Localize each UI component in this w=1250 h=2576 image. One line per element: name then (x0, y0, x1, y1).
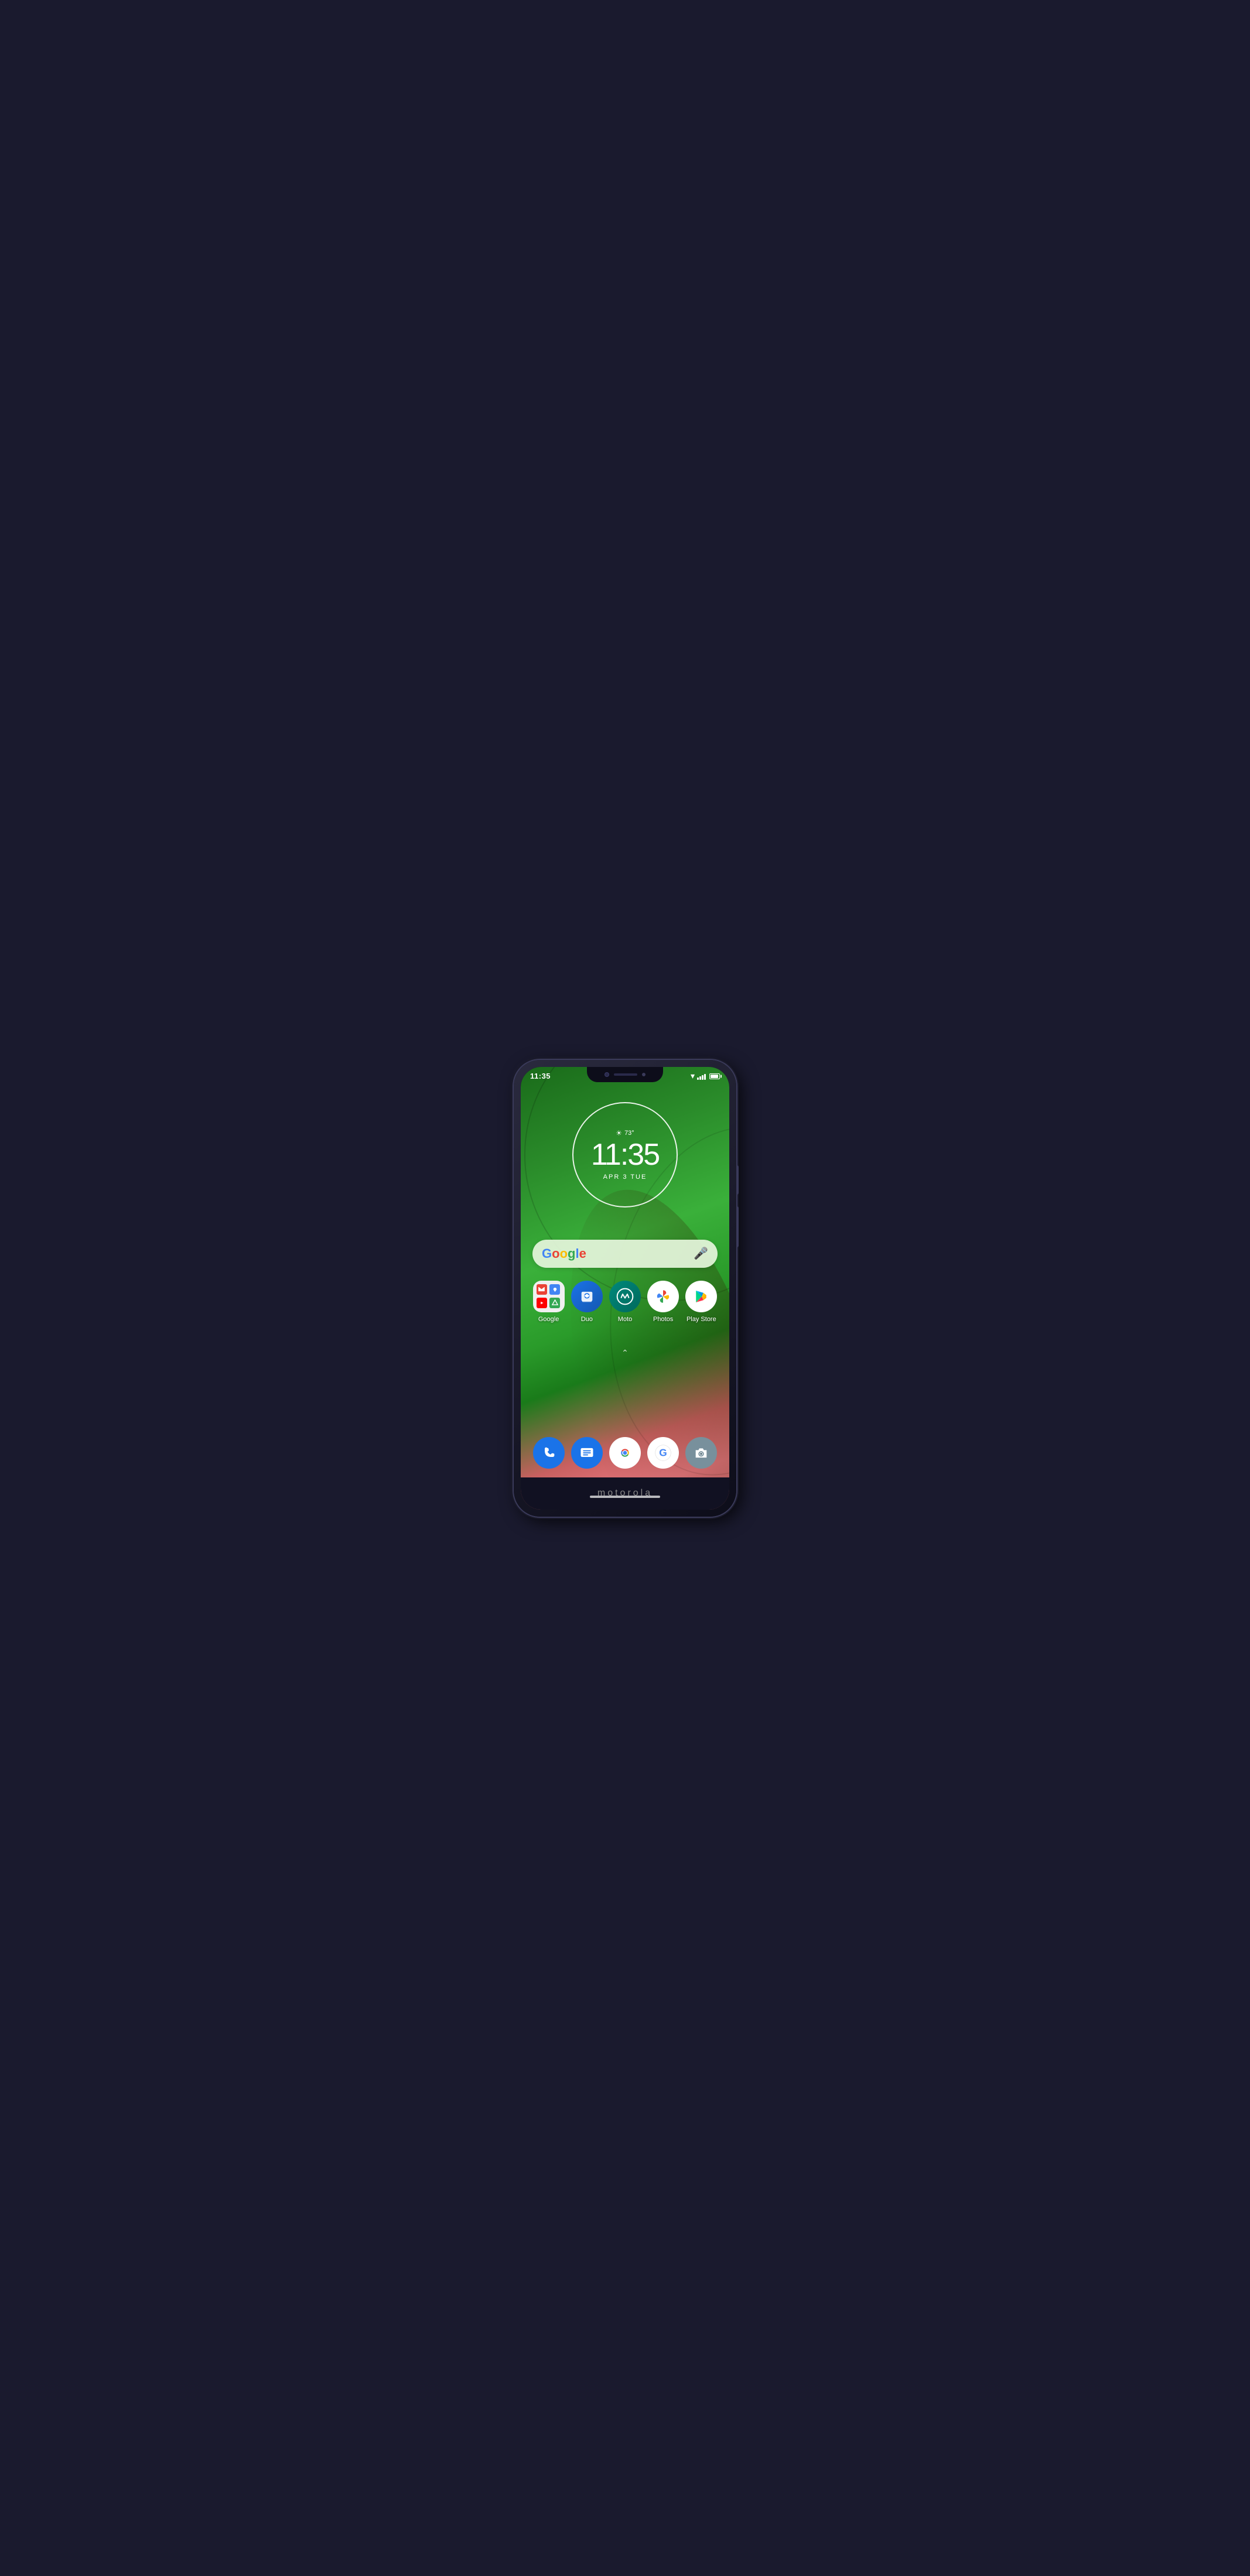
dock-item-google-search[interactable]: G (647, 1437, 679, 1469)
notch-sensor (642, 1073, 646, 1076)
app-item-moto[interactable]: Moto (609, 1281, 641, 1323)
g-red2: e (579, 1246, 586, 1261)
temperature: 73° (624, 1130, 634, 1137)
phone-device: 11:35 ▾ (514, 1060, 736, 1517)
youtube-mini-icon (537, 1298, 547, 1308)
duo-icon-svg (579, 1288, 595, 1305)
google-logo: Google (542, 1246, 586, 1261)
google-g-icon-svg: G (654, 1443, 672, 1462)
signal-icon (697, 1073, 706, 1080)
dock-item-chrome[interactable] (609, 1437, 641, 1469)
notch (587, 1067, 663, 1082)
app-label-duo: Duo (581, 1316, 593, 1323)
g-red: o (552, 1246, 559, 1261)
dock-item-camera[interactable] (685, 1437, 717, 1469)
clock-widget: ☀ 73° 11:35 APR 3 TUE (572, 1102, 678, 1207)
sun-icon: ☀ (616, 1129, 622, 1137)
app-grid: Google Duo (521, 1281, 729, 1323)
g-blue: G (542, 1246, 552, 1261)
volume-button[interactable] (736, 1165, 739, 1195)
clock-time: 11:35 (591, 1140, 659, 1170)
gmail-mini-icon (537, 1284, 547, 1295)
clock-date: APR 3 TUE (603, 1174, 647, 1181)
google-search-dock-icon: G (647, 1437, 679, 1469)
earpiece-speaker (614, 1073, 637, 1076)
dock-item-messages[interactable] (571, 1437, 603, 1469)
phone-icon-svg (541, 1445, 557, 1461)
status-time: 11:35 (530, 1072, 551, 1080)
status-icons: ▾ (691, 1071, 720, 1081)
maps-mini-icon (549, 1284, 560, 1295)
duo-app-icon (571, 1281, 603, 1312)
google-search-bar[interactable]: Google 🎤 (532, 1240, 718, 1268)
g-green: g (568, 1246, 575, 1261)
moto-app-icon (609, 1281, 641, 1312)
navigation-bar (590, 1496, 660, 1498)
camera-dock-icon (685, 1437, 717, 1469)
app-label-playstore: Play Store (687, 1316, 716, 1323)
g-yellow: o (560, 1246, 568, 1261)
messages-icon-svg (579, 1445, 595, 1461)
up-arrow-icon: ⌃ (621, 1348, 629, 1357)
bottom-dock: G (521, 1437, 729, 1469)
app-item-google[interactable]: Google (533, 1281, 565, 1323)
photos-app-icon (647, 1281, 679, 1312)
phone-screen: 11:35 ▾ (521, 1067, 729, 1510)
app-label-moto: Moto (618, 1316, 632, 1323)
chrome-dock-icon (609, 1437, 641, 1469)
app-item-playstore[interactable]: Play Store (685, 1281, 717, 1323)
svg-text:G: G (659, 1446, 667, 1458)
app-item-photos[interactable]: Photos (647, 1281, 679, 1323)
camera-icon-svg (693, 1445, 709, 1461)
app-item-duo[interactable]: Duo (571, 1281, 603, 1323)
phone-dock-icon (533, 1437, 565, 1469)
front-camera (604, 1072, 609, 1077)
playstore-app-icon (685, 1281, 717, 1312)
app-label-google: Google (538, 1316, 559, 1323)
wifi-icon: ▾ (691, 1071, 695, 1081)
home-screen: 11:35 ▾ (521, 1067, 729, 1510)
bottom-chin: motorola (521, 1477, 729, 1510)
microphone-icon[interactable]: 🎤 (694, 1246, 708, 1261)
chrome-icon-svg (616, 1443, 634, 1462)
app-label-photos: Photos (653, 1316, 673, 1323)
moto-icon-svg (616, 1287, 634, 1306)
battery-icon (709, 1073, 720, 1079)
messages-dock-icon (571, 1437, 603, 1469)
weather-display: ☀ 73° (616, 1129, 634, 1137)
playstore-icon-svg (692, 1288, 710, 1305)
google-folder-icon (533, 1281, 565, 1312)
drawer-indicator[interactable]: ⌃ (621, 1348, 629, 1358)
drive-mini-icon (549, 1298, 560, 1308)
photos-icon-svg (654, 1287, 672, 1306)
dock-item-phone[interactable] (533, 1437, 565, 1469)
power-button[interactable] (736, 1206, 739, 1247)
